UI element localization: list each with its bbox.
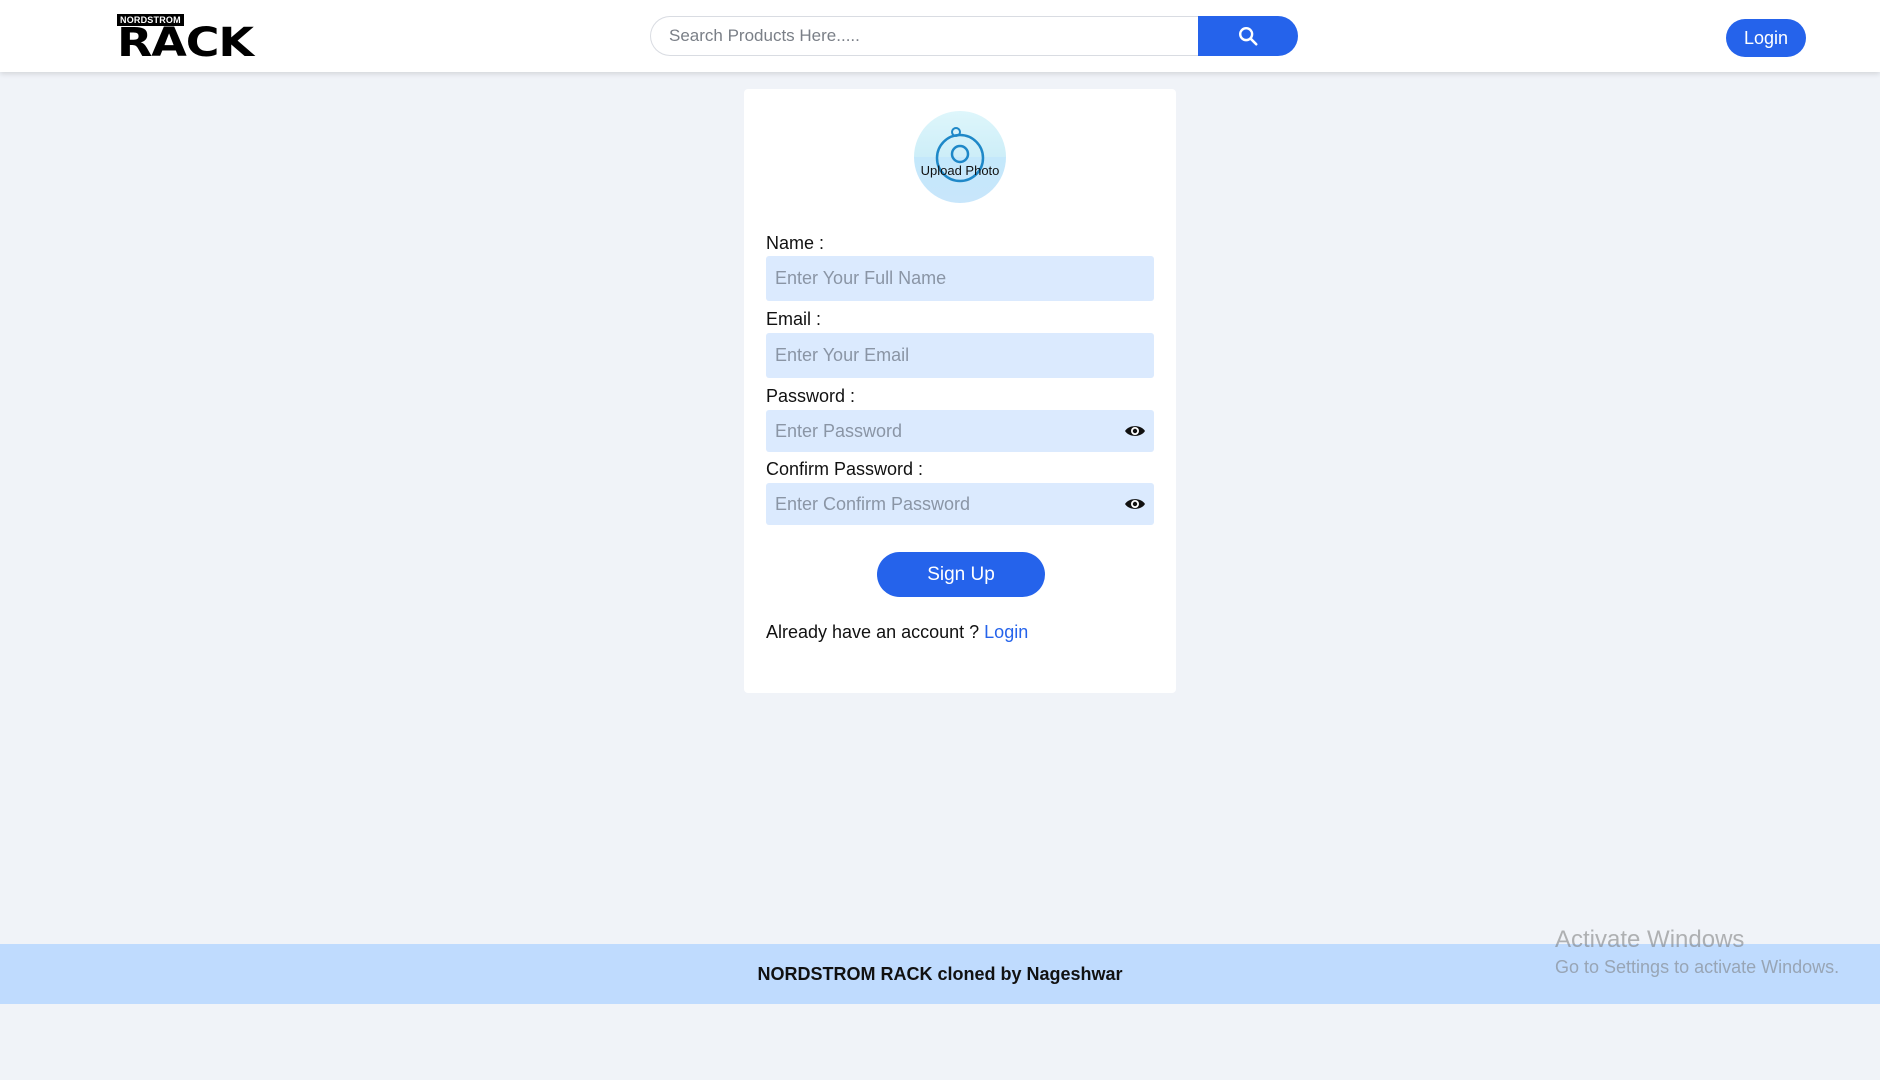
- logo-main-text: RACK: [117, 20, 254, 66]
- login-link[interactable]: Login: [984, 622, 1028, 642]
- confirm-password-input[interactable]: [766, 483, 1154, 525]
- activate-windows-watermark: Activate Windows Go to Settings to activ…: [1555, 925, 1839, 979]
- footer-text: NORDSTROM RACK cloned by Nageshwar: [757, 963, 1123, 984]
- login-prompt: Already have an account ? Login: [766, 622, 1028, 643]
- upload-photo-label: Upload Photo: [920, 163, 1000, 178]
- watermark-subtitle: Go to Settings to activate Windows.: [1555, 957, 1840, 977]
- signup-card: Upload Photo Name : Email : Password : C…: [744, 89, 1176, 693]
- search-icon: [1239, 27, 1258, 46]
- search-input[interactable]: [650, 16, 1200, 56]
- password-eye-icon[interactable]: [1124, 424, 1146, 438]
- confirm-password-eye-icon[interactable]: [1124, 497, 1146, 511]
- email-input[interactable]: [766, 333, 1154, 378]
- password-input[interactable]: [766, 410, 1154, 452]
- upload-photo-button[interactable]: Upload Photo: [914, 111, 1006, 203]
- header-login-button[interactable]: Login: [1726, 19, 1806, 57]
- password-label: Password :: [766, 386, 856, 406]
- watermark-title: Activate Windows: [1555, 926, 1745, 953]
- confirm-password-label: Confirm Password :: [766, 459, 924, 479]
- nordstrom-rack-logo[interactable]: NORDSTROM RACK: [117, 14, 256, 66]
- account-prompt-text: Already have an account ?: [766, 622, 980, 642]
- camera-icon: [935, 127, 985, 183]
- search-bar: [650, 16, 1298, 56]
- top-navbar: NORDSTROM RACK Login: [0, 0, 1880, 72]
- search-button[interactable]: [1198, 16, 1298, 56]
- email-label: Email :: [766, 309, 822, 329]
- name-label: Name :: [766, 233, 825, 253]
- name-input[interactable]: [766, 256, 1154, 301]
- sign-up-button[interactable]: Sign Up: [877, 552, 1045, 597]
